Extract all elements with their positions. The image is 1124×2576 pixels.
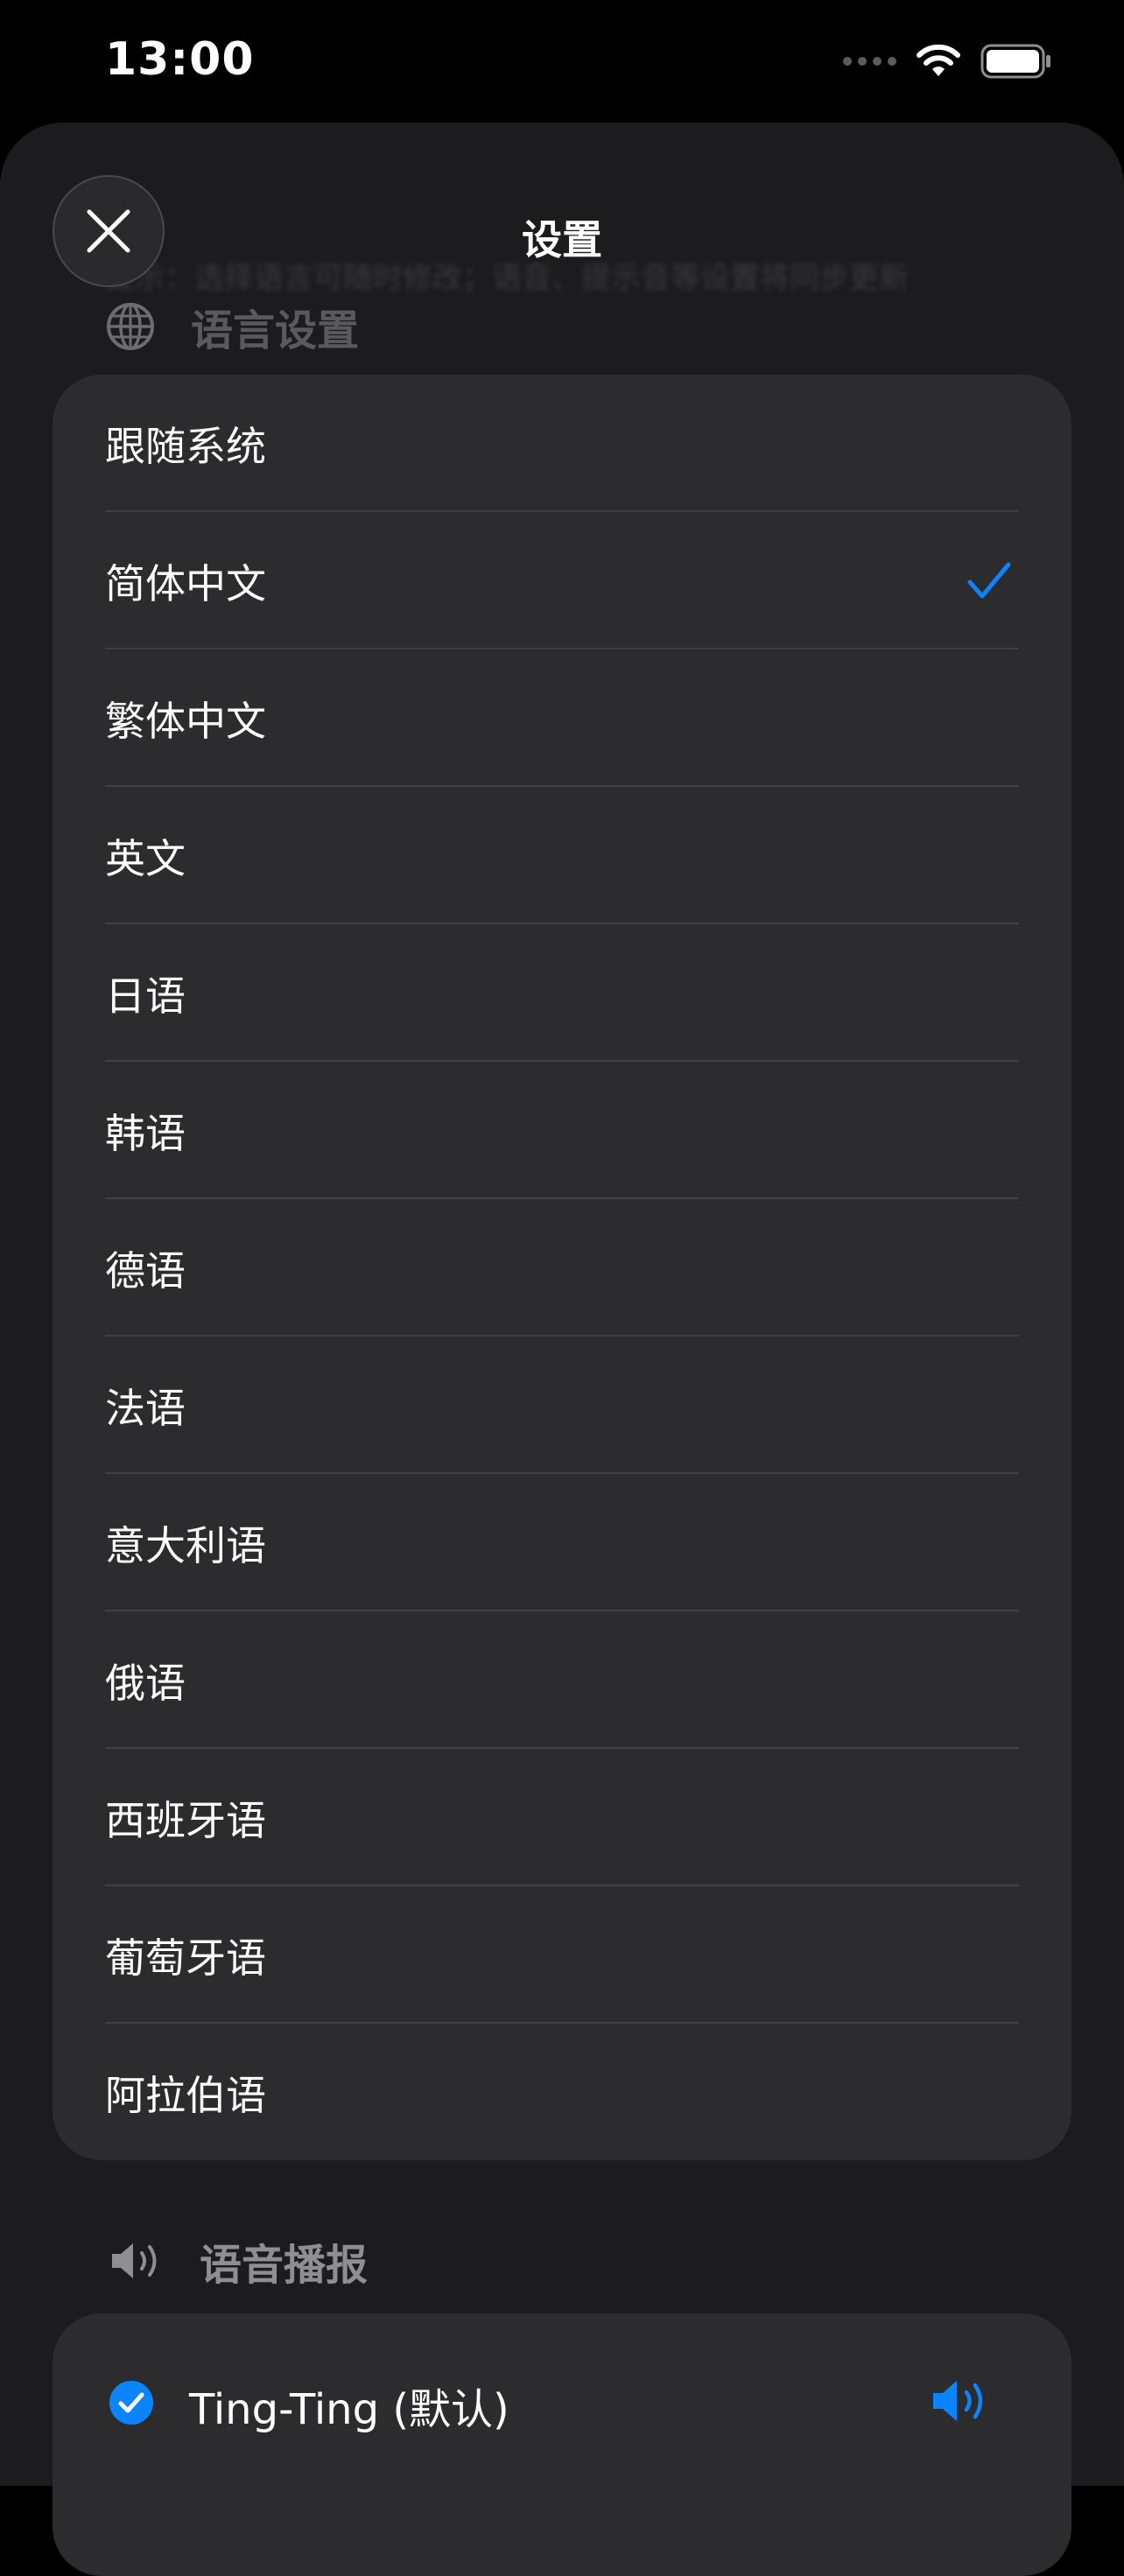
page-title: 设置	[522, 216, 602, 263]
voice-option-label: Ting-Ting (默认)	[189, 2385, 509, 2434]
status-bar: 13:00	[0, 0, 1124, 123]
language-option-label: 法语	[105, 1384, 186, 1432]
language-option-arabic[interactable]: 阿拉伯语	[53, 2024, 1071, 2160]
language-list: 跟随系统 简体中文 繁体中文 英文 日语 韩语 德语 法语 意大利语 俄语 西班…	[53, 375, 1071, 2160]
battery-icon	[980, 44, 1050, 79]
globe-icon	[107, 303, 154, 350]
language-option-russian[interactable]: 俄语	[53, 1611, 1071, 1749]
language-option-portuguese[interactable]: 葡萄牙语	[53, 1886, 1071, 2024]
language-option-italian[interactable]: 意大利语	[53, 1474, 1071, 1611]
speaker-icon	[112, 2243, 157, 2278]
status-icons	[843, 44, 1052, 79]
cellular-signal-icon	[843, 57, 896, 66]
language-option-german[interactable]: 德语	[53, 1199, 1071, 1337]
language-option-english[interactable]: 英文	[53, 787, 1071, 924]
language-option-label: 简体中文	[105, 559, 266, 607]
language-option-label: 日语	[105, 972, 186, 1020]
voice-list: Ting-Ting (默认)	[53, 2313, 1071, 2576]
language-section-header: 语言设置	[105, 296, 359, 357]
language-option-label: 俄语	[105, 1659, 186, 1707]
language-option-label: 葡萄牙语	[105, 1934, 266, 1982]
voice-section-title: 语音播报	[200, 2241, 369, 2290]
language-option-label: 西班牙语	[105, 1796, 266, 1844]
language-option-french[interactable]: 法语	[53, 1337, 1071, 1474]
language-option-japanese[interactable]: 日语	[53, 924, 1071, 1062]
voice-option-ting-ting[interactable]: Ting-Ting (默认)	[53, 2313, 1071, 2488]
language-option-spanish[interactable]: 西班牙语	[53, 1749, 1071, 1886]
language-option-label: 跟随系统	[105, 422, 266, 470]
language-option-label: 意大利语	[105, 1521, 266, 1569]
language-option-label: 英文	[105, 834, 186, 882]
play-voice-preview-icon[interactable]	[930, 2376, 993, 2425]
voice-section-header: 语音播报	[109, 2230, 368, 2292]
language-section-title: 语言设置	[191, 306, 360, 355]
language-option-simplified-chinese[interactable]: 简体中文	[53, 512, 1071, 649]
language-option-traditional-chinese[interactable]: 繁体中文	[53, 649, 1071, 787]
language-option-korean[interactable]: 韩语	[53, 1062, 1071, 1199]
checkmark-icon	[967, 562, 1011, 598]
language-option-label: 繁体中文	[105, 697, 266, 745]
wifi-icon	[917, 44, 960, 76]
selected-check-circle-icon	[109, 2381, 153, 2425]
language-option-label: 德语	[105, 1246, 186, 1295]
language-option-label: 阿拉伯语	[105, 2071, 266, 2119]
language-option-label: 韩语	[105, 1109, 186, 1157]
status-time: 13:00	[105, 33, 255, 86]
language-option-follow-system[interactable]: 跟随系统	[53, 375, 1071, 512]
